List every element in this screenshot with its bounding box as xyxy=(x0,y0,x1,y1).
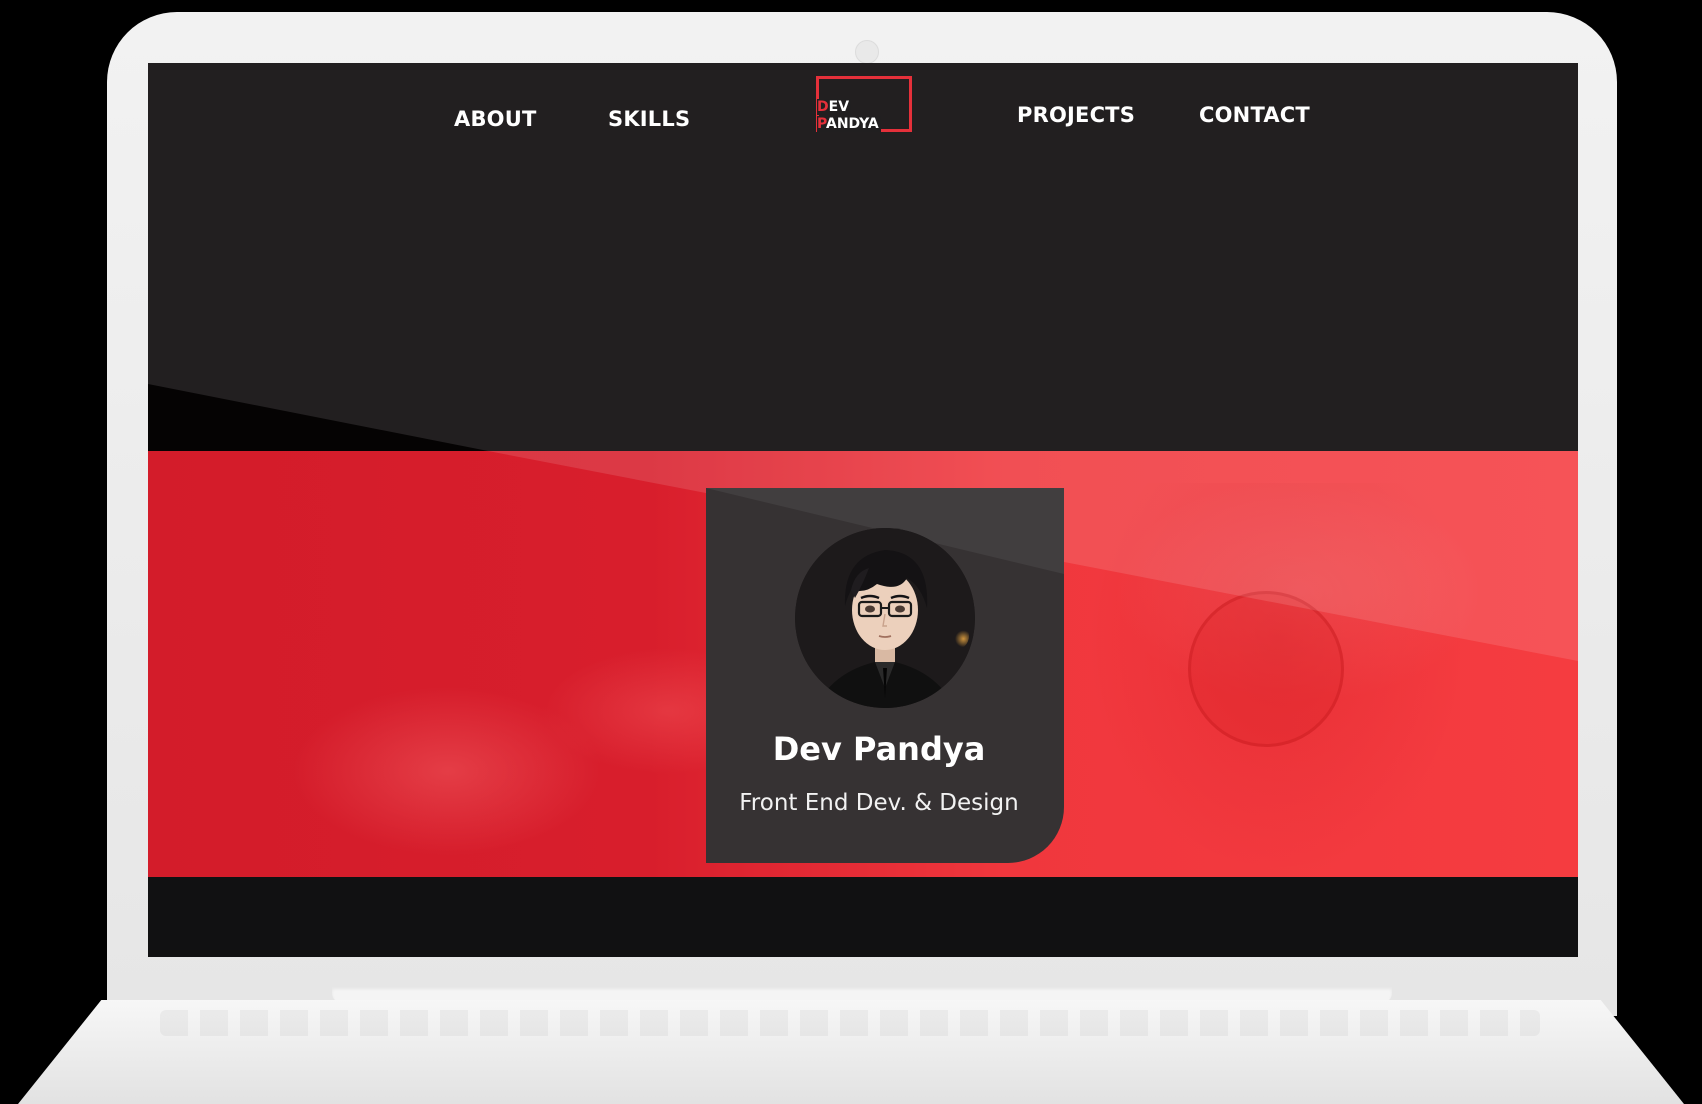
nav-projects[interactable]: PROJECTS xyxy=(1017,103,1135,127)
nav-contact[interactable]: CONTACT xyxy=(1199,103,1310,127)
site-logo[interactable]: DEV PANDYA xyxy=(816,76,912,132)
logo-line-1: DEV xyxy=(817,99,852,115)
laptop-mockup: ABOUT SKILLS DEV PANDYA PROJECTS CONTACT xyxy=(0,0,1702,1104)
bottom-strip xyxy=(148,877,1578,957)
nav-about[interactable]: ABOUT xyxy=(454,107,537,131)
profile-name: Dev Pandya xyxy=(772,730,986,768)
avatar xyxy=(795,528,975,708)
logo-line-2: PANDYA xyxy=(817,116,881,132)
nav-skills[interactable]: SKILLS xyxy=(608,107,690,131)
camera-icon xyxy=(855,40,879,64)
profile-role: Front End Dev. & Design xyxy=(739,790,1019,816)
background-hat xyxy=(1188,591,1344,747)
keyboard xyxy=(160,1010,1540,1036)
profile-card: Dev Pandya Front End Dev. & Design xyxy=(706,488,1064,863)
avatar-portrait-icon xyxy=(795,528,975,708)
website-screen: ABOUT SKILLS DEV PANDYA PROJECTS CONTACT xyxy=(148,63,1578,957)
